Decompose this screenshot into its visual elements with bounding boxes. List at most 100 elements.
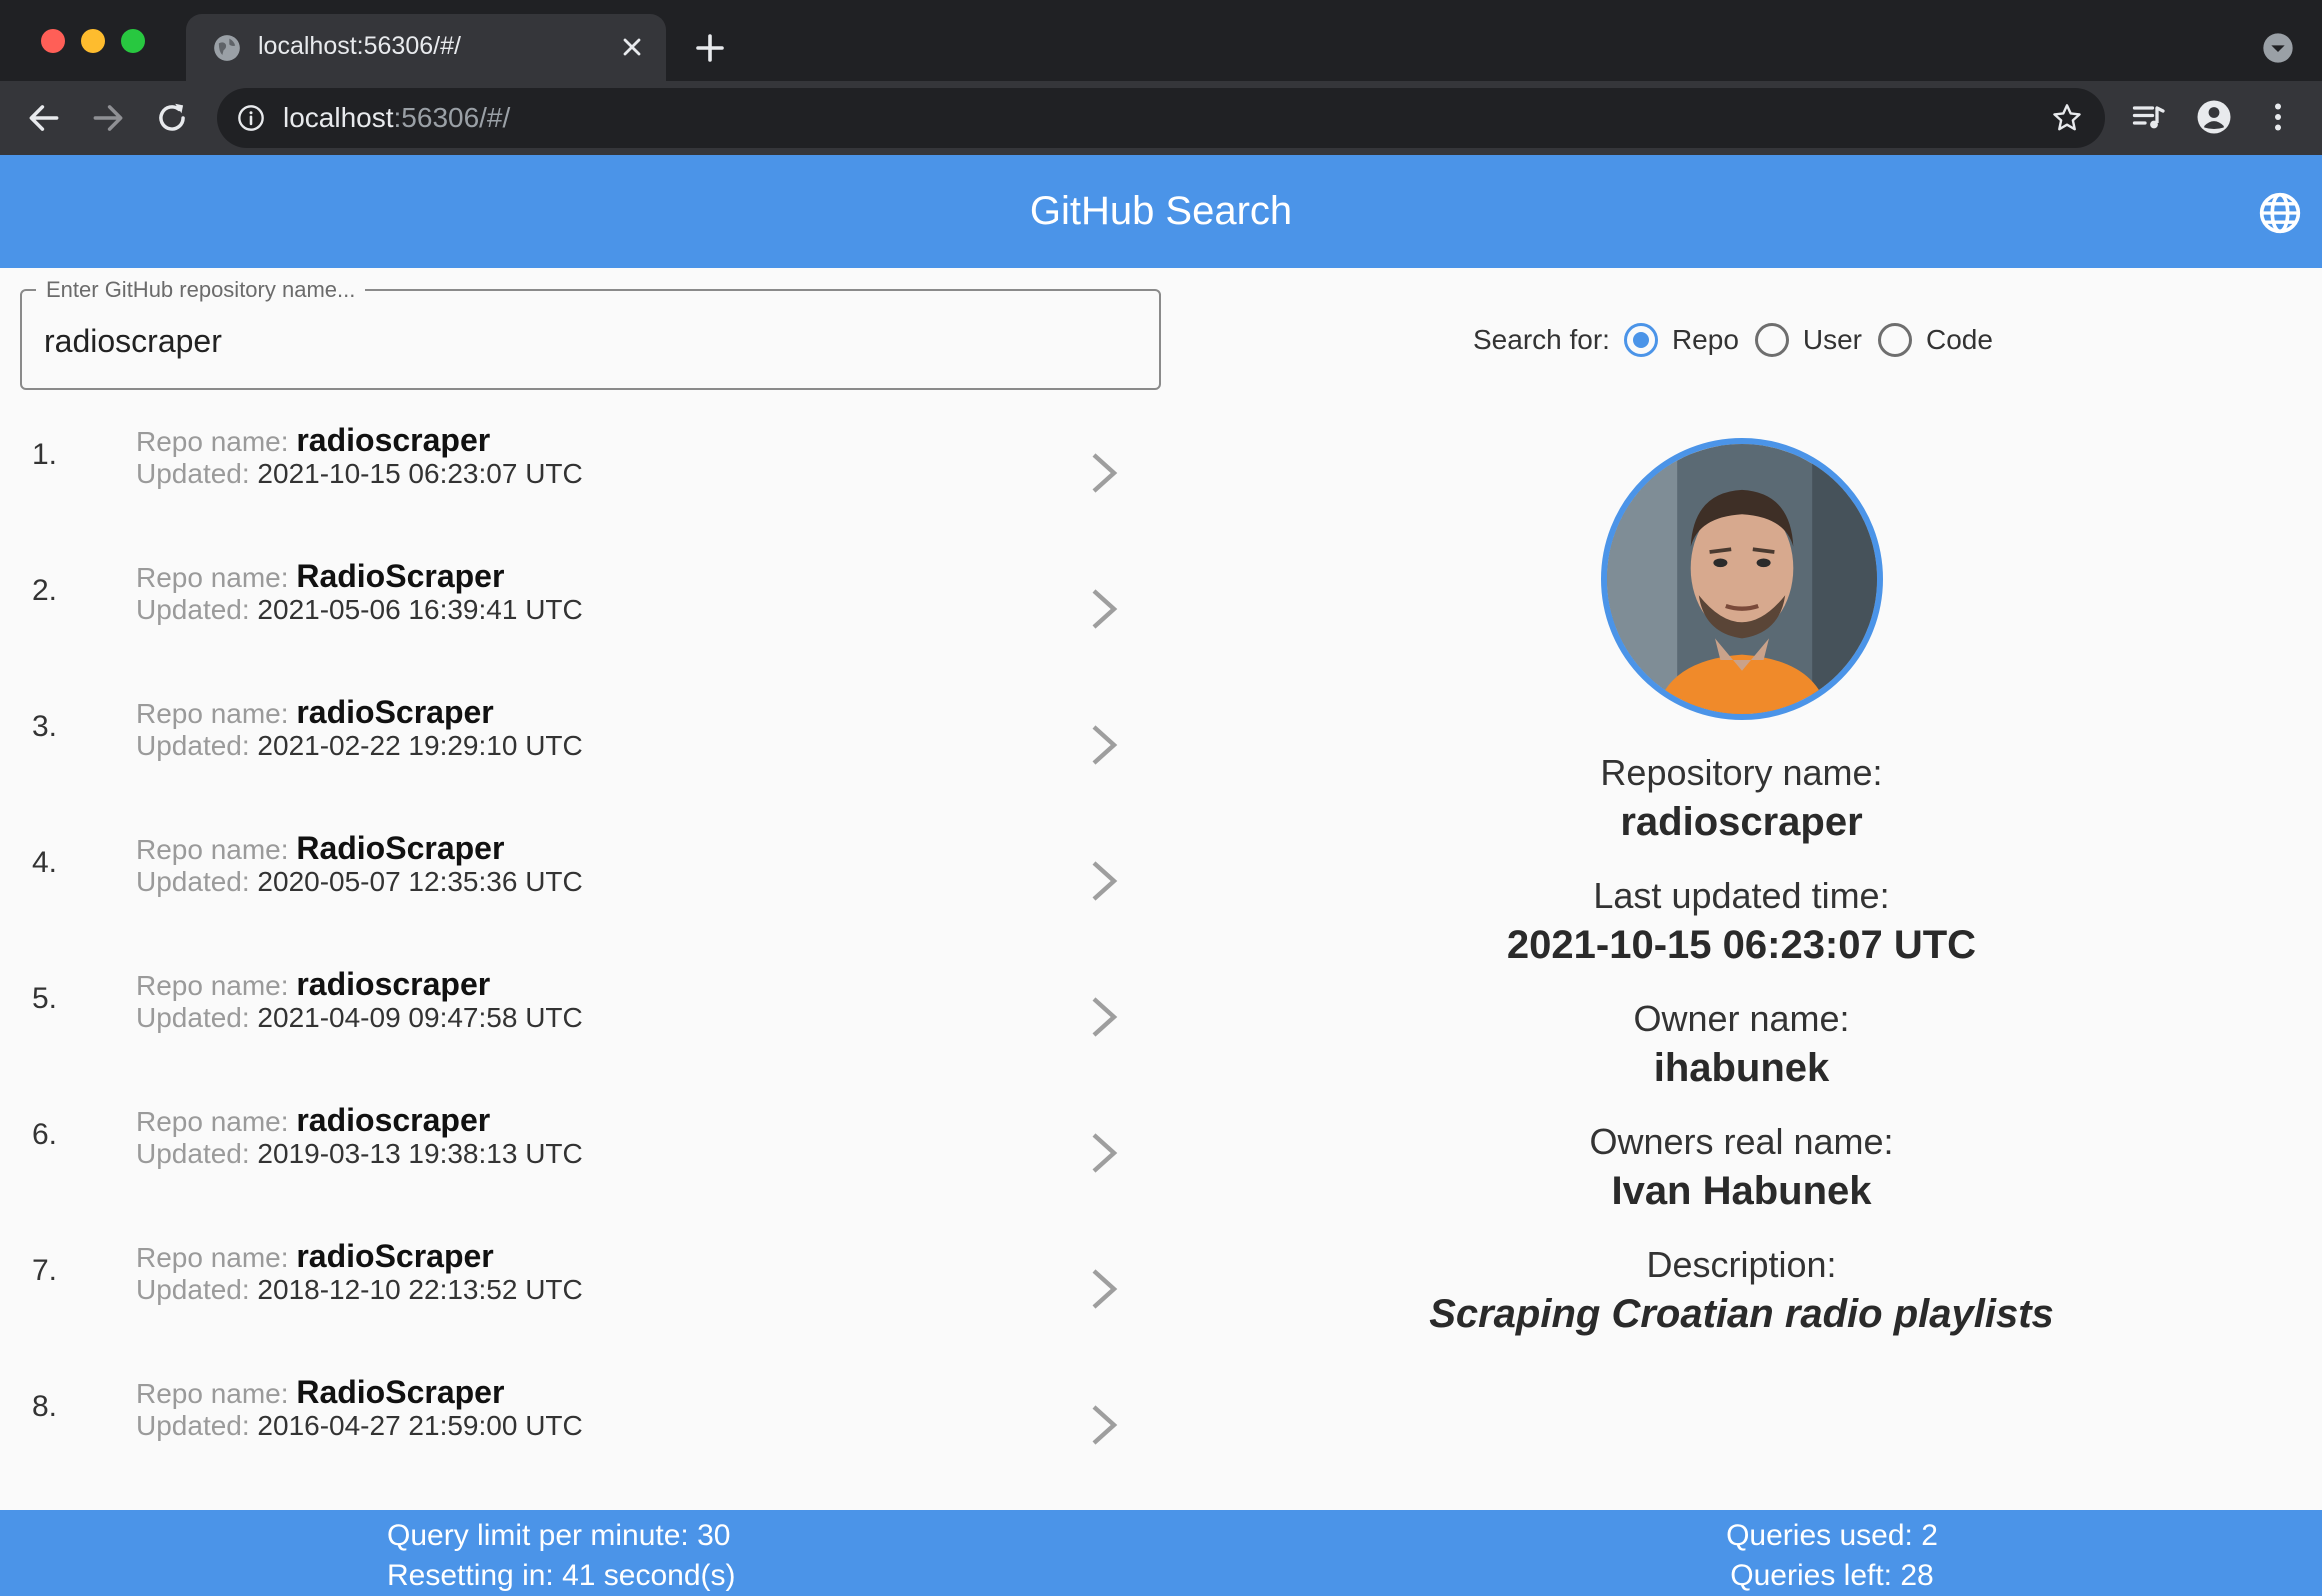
search-input[interactable] — [44, 319, 1134, 363]
list-item[interactable]: 4. Repo name: RadioScraper Updated: 2020… — [0, 803, 1160, 939]
updated-line: Updated: 2021-04-09 09:47:58 UTC — [136, 1002, 583, 1034]
repo-name-label: Repo name: — [136, 834, 289, 865]
updated-value: 2016-04-27 21:59:00 UTC — [257, 1410, 583, 1441]
repo-name-line: Repo name: radioScraper — [136, 1238, 494, 1275]
globe-icon[interactable] — [2258, 191, 2302, 235]
chevron-right-icon[interactable] — [1090, 1267, 1118, 1311]
result-index: 3. — [32, 710, 58, 743]
repo-name: RadioScraper — [296, 830, 505, 866]
result-index: 2. — [32, 574, 58, 607]
chevron-right-icon[interactable] — [1090, 859, 1118, 903]
list-item[interactable]: 6. Repo name: radioscraper Updated: 2019… — [0, 1075, 1160, 1211]
query-usage-info: Queries used: 2 Queries left: 28 — [1652, 1516, 2012, 1596]
close-icon[interactable] — [618, 33, 646, 61]
chevron-right-icon[interactable] — [1090, 1403, 1118, 1447]
updated-value: 2020-05-07 12:35:36 UTC — [257, 866, 583, 897]
reload-icon[interactable] — [153, 99, 191, 137]
browser-tab[interactable]: localhost:56306/#/ — [186, 14, 666, 81]
result-index: 8. — [32, 1390, 58, 1423]
forward-arrow-icon[interactable] — [89, 99, 127, 137]
result-index: 4. — [32, 846, 58, 879]
radio-code[interactable] — [1878, 323, 1913, 357]
repo-name-line: Repo name: radioscraper — [136, 422, 490, 459]
updated-label: Updated: — [136, 1274, 250, 1305]
repo-name-line: Repo name: RadioScraper — [136, 558, 504, 595]
result-index: 5. — [32, 982, 58, 1015]
resetting-text: Resetting in: 41 second(s) — [387, 1559, 736, 1592]
minimize-window-button[interactable] — [81, 29, 105, 53]
globe-favicon-icon — [214, 35, 240, 61]
browser-tabstrip: localhost:56306/#/ — [0, 0, 2322, 81]
status-footer: Query limit per minute: 30 Resetting in:… — [0, 1510, 2322, 1596]
radio-repo-label[interactable]: Repo — [1672, 324, 1739, 356]
url-host: localhost — [283, 102, 394, 133]
last-updated-label: Last updated time: — [1593, 875, 1890, 916]
tab-title: localhost:56306/#/ — [258, 32, 461, 60]
list-item[interactable]: 8. Repo name: RadioScraper Updated: 2016… — [0, 1347, 1160, 1483]
repo-name: radioscraper — [296, 1102, 491, 1138]
repo-name-line: Repo name: RadioScraper — [136, 1374, 504, 1411]
owner-name-label: Owner name: — [1633, 998, 1850, 1039]
repo-name: radioscraper — [296, 966, 491, 1002]
list-item[interactable]: 2. Repo name: RadioScraper Updated: 2021… — [0, 531, 1160, 667]
result-index: 7. — [32, 1254, 58, 1287]
back-arrow-icon[interactable] — [25, 99, 63, 137]
updated-value: 2021-02-22 19:29:10 UTC — [257, 730, 583, 761]
plus-icon[interactable] — [692, 30, 728, 66]
updated-line: Updated: 2021-05-06 16:39:41 UTC — [136, 594, 583, 626]
owner-avatar-image — [1606, 444, 1877, 714]
repo-name-label: Repo name: — [136, 426, 289, 457]
chevron-right-icon[interactable] — [1090, 587, 1118, 631]
maximize-window-button[interactable] — [121, 29, 145, 53]
info-icon[interactable] — [237, 104, 265, 132]
repo-name-line: Repo name: radioscraper — [136, 1102, 490, 1139]
queries-left-text: Queries left: 28 — [1730, 1559, 1934, 1592]
address-bar[interactable]: localhost:56306/#/ — [217, 88, 2105, 148]
updated-value: 2019-03-13 19:38:13 UTC — [257, 1138, 583, 1169]
repo-name: radioScraper — [296, 694, 494, 730]
updated-label: Updated: — [136, 1138, 250, 1169]
updated-line: Updated: 2016-04-27 21:59:00 UTC — [136, 1410, 583, 1442]
star-icon[interactable] — [2051, 102, 2083, 134]
repo-name-label: Repo name: — [136, 1378, 289, 1409]
app: GitHub Search Enter GitHub repository na… — [0, 155, 2322, 1596]
profile-icon[interactable] — [2196, 99, 2232, 135]
radio-code-label[interactable]: Code — [1926, 324, 1993, 356]
radio-user[interactable] — [1754, 323, 1789, 357]
close-window-button[interactable] — [41, 29, 65, 53]
search-type-selector: Search for: Repo User Code — [1473, 320, 2009, 360]
media-icon[interactable] — [2130, 99, 2166, 135]
owner-real-name-value: Ivan Habunek — [1611, 1169, 1872, 1213]
updated-label: Updated: — [136, 1002, 250, 1033]
updated-line: Updated: 2021-02-22 19:29:10 UTC — [136, 730, 583, 762]
avatar — [1600, 438, 1883, 720]
list-item[interactable]: 7. Repo name: radioScraper Updated: 2018… — [0, 1211, 1160, 1347]
updated-label: Updated: — [136, 458, 250, 489]
menu-icon[interactable] — [2260, 99, 2296, 135]
browser-toolbar: localhost:56306/#/ — [0, 81, 2322, 155]
repo-name-line: Repo name: radioscraper — [136, 966, 490, 1003]
description-label: Description: — [1646, 1244, 1837, 1285]
repo-name-label: Repo name: — [136, 1106, 289, 1137]
chevron-right-icon[interactable] — [1090, 451, 1118, 495]
chevron-right-icon[interactable] — [1090, 723, 1118, 767]
list-item[interactable]: 5. Repo name: radioscraper Updated: 2021… — [0, 939, 1160, 1075]
chevron-right-icon[interactable] — [1090, 1131, 1118, 1175]
repo-name: radioScraper — [296, 1238, 494, 1274]
repo-name-label: Repo name: — [136, 562, 289, 593]
result-index: 6. — [32, 1118, 58, 1151]
tab-search-icon[interactable] — [2262, 32, 2294, 64]
radio-repo[interactable] — [1623, 323, 1658, 357]
radio-user-label[interactable]: User — [1803, 324, 1862, 356]
queries-used-text: Queries used: 2 — [1726, 1519, 1938, 1552]
search-field[interactable]: Enter GitHub repository name... — [20, 277, 1161, 390]
list-item[interactable]: 1. Repo name: radioscraper Updated: 2021… — [0, 395, 1160, 531]
list-item[interactable]: 3. Repo name: radioScraper Updated: 2021… — [0, 667, 1160, 803]
chevron-right-icon[interactable] — [1090, 995, 1118, 1039]
updated-value: 2021-05-06 16:39:41 UTC — [257, 594, 583, 625]
url-path: :56306/#/ — [393, 102, 511, 133]
repo-name-label: Repo name: — [136, 970, 289, 1001]
updated-label: Updated: — [136, 594, 250, 625]
rate-limit-info: Query limit per minute: 30 Resetting in:… — [387, 1516, 736, 1596]
result-index: 1. — [32, 438, 58, 471]
